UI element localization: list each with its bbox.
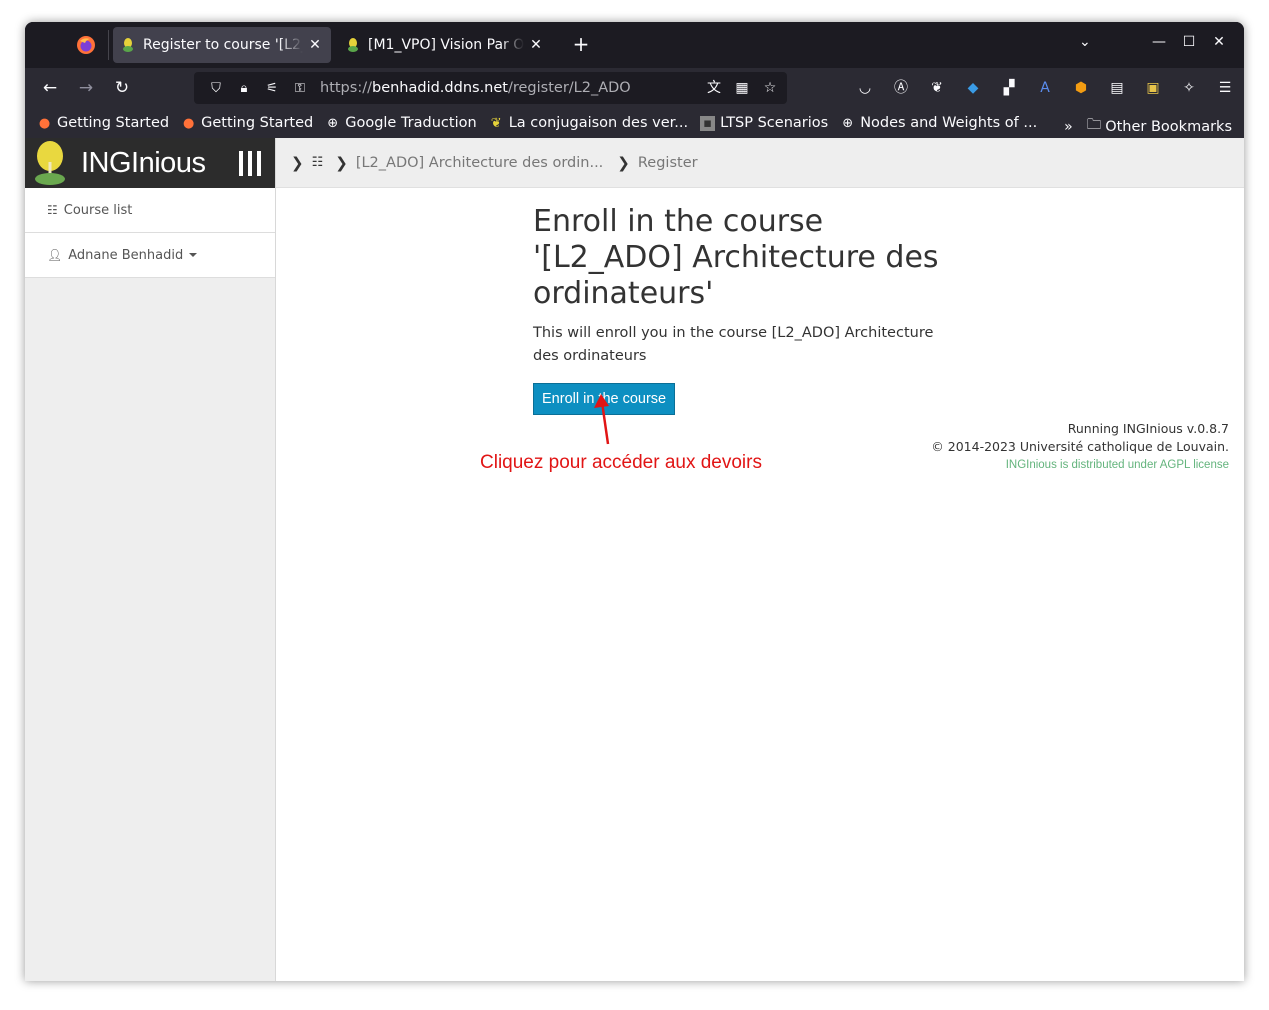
shield-extension-icon[interactable]: ⬢ [1063,78,1099,98]
footer-copyright: © 2014-2023 Université catholique de Lou… [931,439,1229,454]
brand-name[interactable]: INGInious [81,147,206,180]
enroll-description: This will enroll you in the course [L2_A… [533,325,934,364]
tab-strip: Register to course '[L2_ADO] Architectur… [25,22,1244,68]
tab-m1-vpo[interactable]: [M1_VPO] Vision Par Ordinateur ✕ [338,27,552,63]
firefox-icon: ● [182,115,195,131]
close-window-icon[interactable]: ✕ [1204,34,1234,50]
chevron-double-right-icon[interactable]: » [1064,119,1073,135]
bookmark-google-traduction[interactable]: ⊕ Google Traduction [325,115,476,131]
bookmark-getting-started-2[interactable]: ● Getting Started [181,115,313,131]
chevron-right-icon: ❯ [291,153,304,172]
footer: Running INGInious v.0.8.7 © 2014-2023 Un… [931,420,1229,474]
annotation-arrow-icon [594,394,610,445]
star-icon[interactable]: ☆ [761,79,779,97]
new-tab-icon[interactable]: + [571,34,591,54]
inginious-favicon-icon [348,38,358,52]
nav-bar: ← → ↻ ⛉ 🔒︎ ⚟ ⚿ https://benhadid.ddns.net… [25,68,1244,108]
globe-icon: ⊕ [842,115,854,131]
user-icon: 👤︎ [47,248,63,262]
page-title: Enroll in the course '[L2_ADO] Architect… [533,204,939,311]
tab-separator [108,30,109,60]
key-icon[interactable]: ⚿ [286,81,314,96]
annotation-text: Cliquez pour accéder aux devoirs [480,452,762,473]
document-icon[interactable]: ▤ [1099,78,1135,98]
image-icon: ▪ [700,115,716,131]
bookmark-ltsp-scenarios[interactable]: ▪ LTSP Scenarios [700,115,828,131]
bookmarks-bar: ● Getting Started ● Getting Started ⊕ Go… [25,108,1244,138]
qr-code-icon[interactable]: ▦ [733,79,751,97]
window-controls: — ☐ ✕ [1144,34,1234,50]
close-tab-icon[interactable]: ✕ [307,37,323,53]
pocket-icon[interactable]: ◡ [847,78,883,98]
folder-icon: 🗀︎ [1086,117,1102,133]
toolbar-extensions: ◡ Ⓐ ❦ ◆ ▞ A ⬢ ▤ ▣ ✧ ☰ [847,78,1243,98]
inginious-favicon-icon [123,38,133,52]
bookmark-icon: ❦ [490,115,502,131]
extension-diamond-icon[interactable]: ◆ [955,78,991,98]
inginious-logo-icon[interactable] [33,140,67,186]
tab-title: Register to course '[L2_ADO] Architectur… [143,37,303,53]
breadcrumb-course[interactable]: [L2_ADO] Architecture des ordin... [356,155,603,171]
brand-header: INGInious [25,138,275,188]
firefox-icon[interactable] [75,34,97,56]
account-icon[interactable]: Ⓐ [883,78,919,98]
url-text[interactable]: https://benhadid.ddns.net/register/L2_AD… [320,80,631,96]
sidebar: INGInious ☷ Course list 👤︎ Adnane Benhad… [25,138,276,981]
globe-icon: ⊕ [327,115,339,131]
menu-toggle-icon[interactable] [239,151,261,176]
chevron-right-icon: ❯ [335,153,348,172]
hamburger-menu-icon[interactable]: ☰ [1207,78,1243,98]
sidebar-item-user-menu[interactable]: 👤︎ Adnane Benhadid [25,233,275,278]
page-viewport: INGInious ☷ Course list 👤︎ Adnane Benhad… [25,138,1244,981]
lock-icon[interactable]: 🔒︎ [230,81,258,96]
breadcrumb-current: Register [637,154,698,171]
gnome-extension-icon[interactable]: ❦ [919,78,955,98]
tab-register-course[interactable]: Register to course '[L2_ADO] Architectur… [113,27,331,63]
main-content: Enroll in the course '[L2_ADO] Architect… [533,204,963,415]
back-icon[interactable]: ← [38,76,62,100]
translate-icon[interactable]: 文 [705,79,723,97]
chevron-right-icon: ❯ [617,153,630,172]
close-tab-icon[interactable]: ✕ [528,37,544,53]
maximize-icon[interactable]: ☐ [1174,34,1204,50]
list-icon[interactable]: ☷ [312,155,324,170]
forward-icon[interactable]: → [74,76,98,100]
list-icon: ☷ [47,203,58,217]
caret-down-icon [189,253,198,257]
dv-extension-icon[interactable]: ▣ [1135,78,1171,98]
other-bookmarks-area: » 🗀︎ Other Bookmarks [1064,114,1232,139]
footer-license-link[interactable]: INGInious is distributed under AGPL lice… [931,456,1229,474]
sidebar-item-course-list[interactable]: ☷ Course list [25,188,275,233]
bookmark-nodes-weights[interactable]: ⊕ Nodes and Weights of ... [840,115,1037,131]
bookmark-getting-started-1[interactable]: ● Getting Started [37,115,169,131]
extensions-puzzle-icon[interactable]: ✧ [1171,78,1207,98]
other-bookmarks[interactable]: Other Bookmarks [1105,119,1232,135]
browser-window: Register to course '[L2_ADO] Architectur… [25,22,1244,981]
tab-title: [M1_VPO] Vision Par Ordinateur [368,37,524,53]
permissions-icon[interactable]: ⚟ [258,81,286,96]
chevron-down-icon[interactable]: ⌄ [1079,34,1091,50]
bookmark-conjugaison[interactable]: ❦ La conjugaison des ver... [489,115,688,131]
shield-icon[interactable]: ⛉ [202,81,230,96]
reload-icon[interactable]: ↻ [110,76,134,100]
url-bar[interactable]: ⛉ 🔒︎ ⚟ ⚿ https://benhadid.ddns.net/regis… [194,72,787,104]
footer-version: Running INGInious v.0.8.7 [1067,421,1229,436]
breadcrumb: ❯ ☷ ❯ [L2_ADO] Architecture des ordin...… [276,138,1244,188]
translate-extension-icon[interactable]: A [1027,78,1063,98]
grid-extension-icon[interactable]: ▞ [991,78,1027,98]
firefox-icon: ● [38,115,51,131]
minimize-icon[interactable]: — [1144,34,1174,50]
